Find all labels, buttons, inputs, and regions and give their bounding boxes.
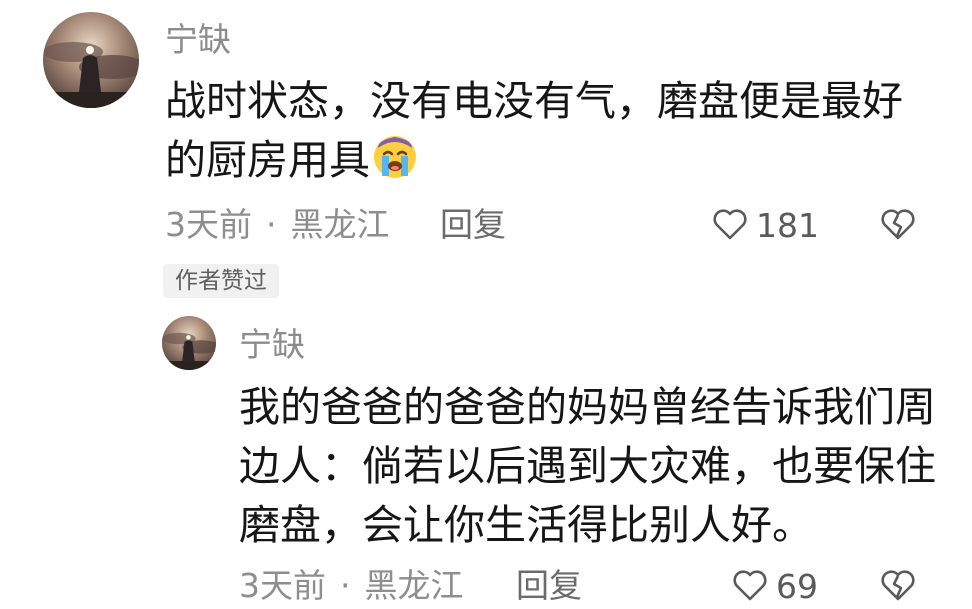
comment-time: 3天前	[165, 205, 252, 244]
comment-text: 战时状态，没有电没有气，磨盘便是最好 的厨房用具	[165, 72, 903, 196]
comment-text-line: 边人：倘若以后遇到大灾难，也要保住	[239, 442, 936, 490]
crying-face-emoji-icon	[372, 134, 418, 196]
comment-location: 黑龙江	[364, 566, 464, 605]
avatar-image	[43, 12, 139, 108]
heart-outline-icon	[730, 565, 770, 609]
like-count: 69	[776, 567, 818, 606]
avatar-image	[162, 316, 216, 370]
comment-meta: 3天前 · 黑龙江	[239, 566, 464, 606]
broken-heart-icon	[878, 209, 918, 248]
broken-heart-icon	[878, 570, 918, 609]
dislike-button[interactable]	[878, 204, 918, 248]
like-button[interactable]: 181	[710, 204, 819, 248]
username[interactable]: 宁缺	[239, 325, 305, 365]
comment-text-line: 战时状态，没有电没有气，磨盘便是最好	[165, 77, 903, 125]
meta-separator: ·	[266, 205, 277, 244]
comment-text-line: 我的爸爸的爸爸的妈妈曾经告诉我们周	[239, 383, 936, 431]
comment-meta: 3天前 · 黑龙江	[165, 205, 390, 245]
meta-separator: ·	[340, 566, 351, 605]
author-liked-badge: 作者赞过	[163, 264, 279, 298]
comment-location: 黑龙江	[290, 205, 390, 244]
avatar[interactable]	[43, 12, 139, 108]
comment-text: 我的爸爸的爸爸的妈妈曾经告诉我们周 边人：倘若以后遇到大灾难，也要保住 磨盘，会…	[239, 378, 936, 555]
reply-button[interactable]: 回复	[516, 566, 582, 606]
like-button[interactable]: 69	[730, 565, 818, 609]
like-count: 181	[756, 206, 819, 245]
dislike-button[interactable]	[878, 565, 918, 609]
avatar[interactable]	[162, 316, 216, 370]
comment-text-line: 的厨房用具	[165, 131, 903, 196]
comment-text-line-content: 的厨房用具	[165, 136, 370, 184]
comment-time: 3天前	[239, 566, 326, 605]
comment-text-line: 磨盘，会让你生活得比别人好。	[239, 501, 813, 549]
heart-outline-icon	[710, 204, 750, 248]
reply-button[interactable]: 回复	[440, 205, 506, 245]
username[interactable]: 宁缺	[165, 20, 231, 60]
